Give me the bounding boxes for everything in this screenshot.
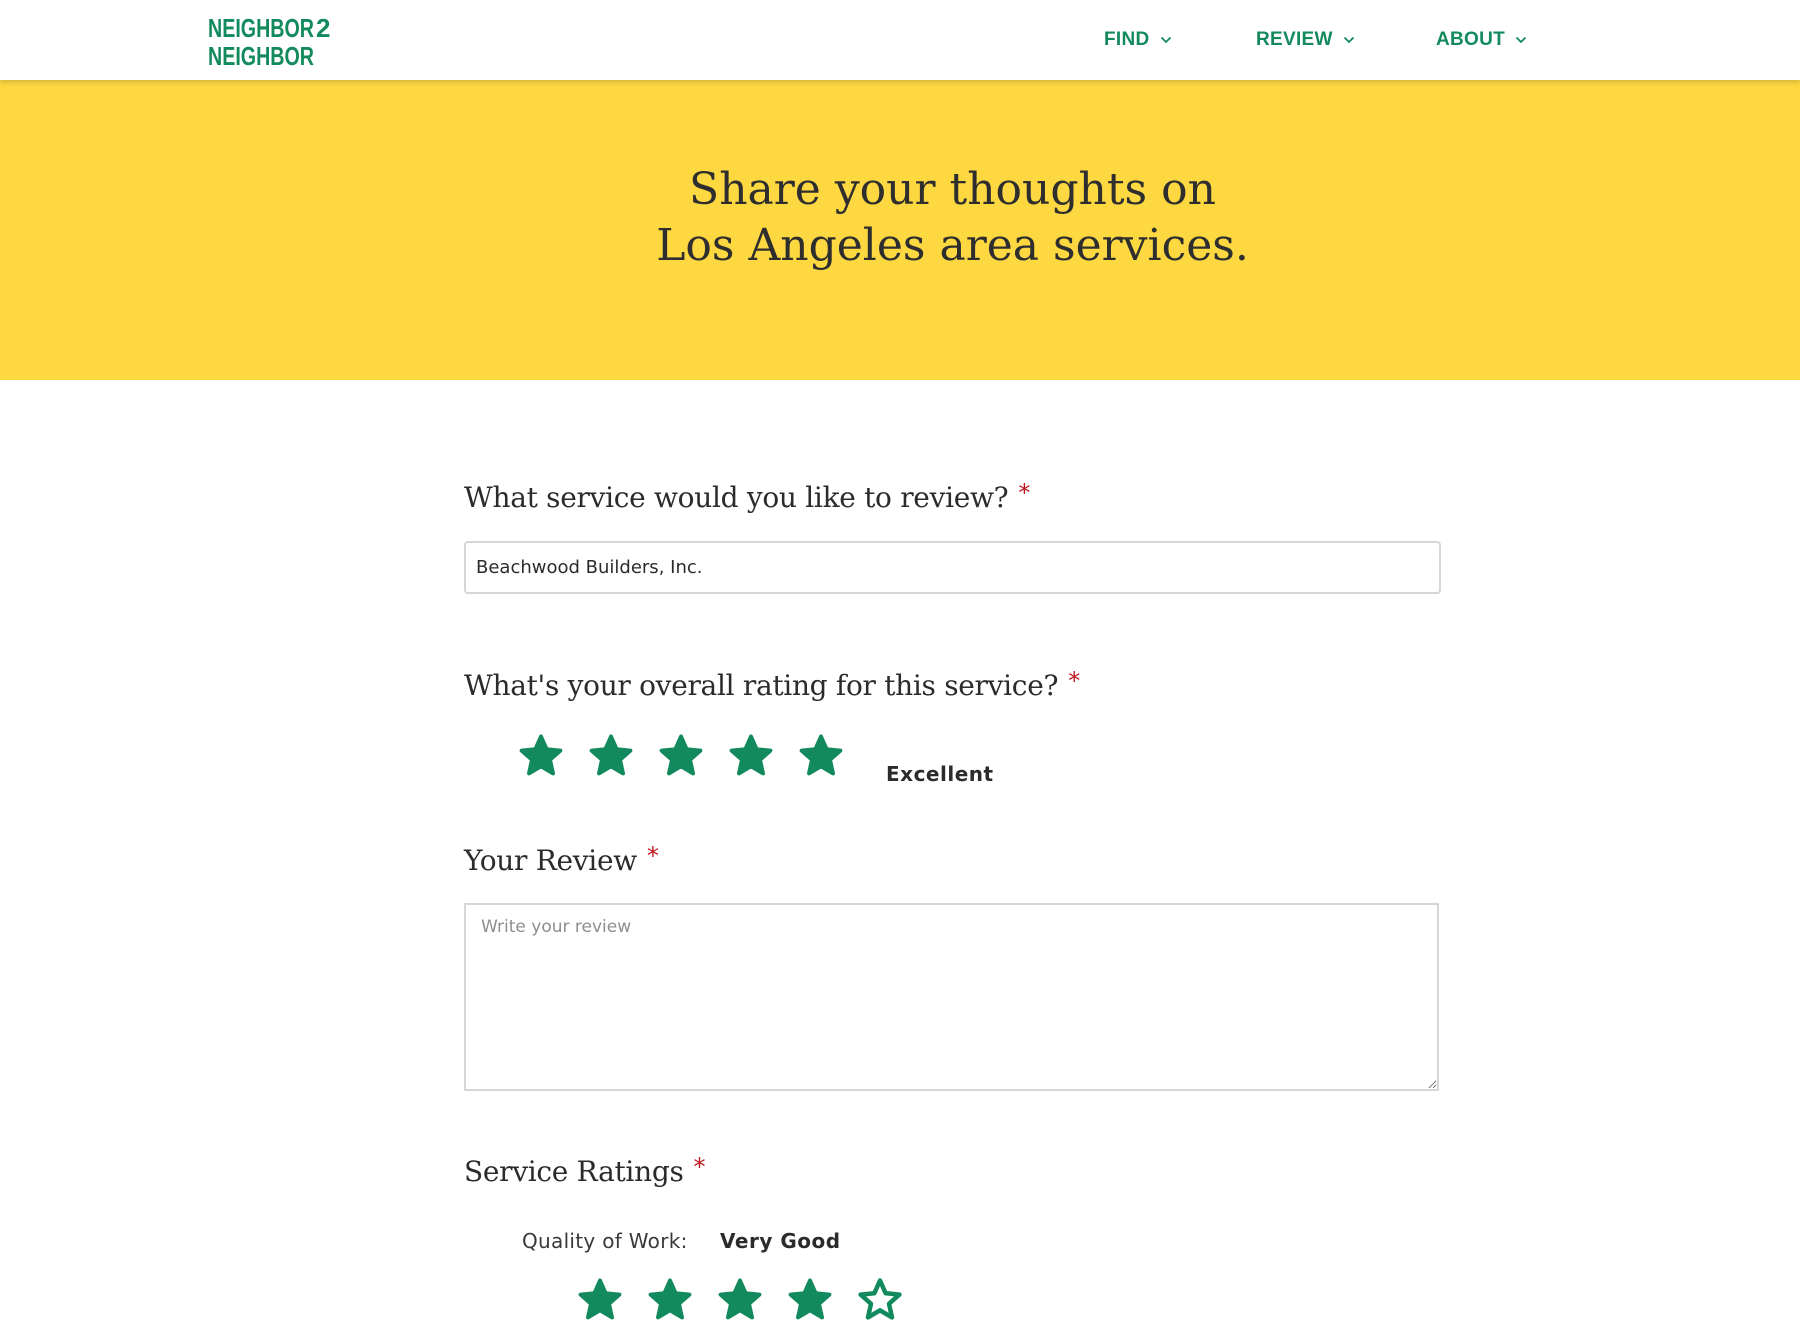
required-asterisk: * <box>693 1153 706 1181</box>
star-filled-icon[interactable] <box>646 1276 694 1322</box>
star-filled-icon[interactable] <box>797 732 845 778</box>
star-filled-icon[interactable] <box>716 1276 764 1322</box>
required-asterisk: * <box>1018 479 1031 507</box>
overall-rating-question-text: What's your overall rating for this serv… <box>464 669 1059 702</box>
star-filled-icon[interactable] <box>727 732 775 778</box>
review-label: Your Review * <box>464 842 659 877</box>
site-header: NEIGHBOR 2 NEIGHBOR FIND REVIEW ABOUT <box>0 0 1800 80</box>
service-ratings-label-text: Service Ratings <box>464 1155 684 1188</box>
required-asterisk: * <box>646 842 659 870</box>
overall-rating-label: What's your overall rating for this serv… <box>464 667 1080 702</box>
star-outline-icon[interactable] <box>856 1276 904 1322</box>
nav-review[interactable]: REVIEW <box>1256 29 1355 51</box>
star-filled-icon[interactable] <box>657 732 705 778</box>
svg-text:NEIGHBOR: NEIGHBOR <box>208 13 314 43</box>
nav-about[interactable]: ABOUT <box>1436 29 1527 51</box>
neighbor2neighbor-logo: NEIGHBOR 2 NEIGHBOR <box>208 13 330 68</box>
star-filled-icon[interactable] <box>786 1276 834 1322</box>
hero-title: Share your thoughts on Los Angeles area … <box>0 162 1800 274</box>
star-filled-icon[interactable] <box>517 732 565 778</box>
svg-text:NEIGHBOR: NEIGHBOR <box>208 41 314 68</box>
chevron-down-icon <box>1515 36 1527 44</box>
service-input[interactable] <box>464 541 1441 594</box>
quality-of-work-label: Quality of Work: <box>522 1229 688 1253</box>
overall-star-rating[interactable] <box>517 732 867 778</box>
hero-title-line-1: Share your thoughts on <box>689 164 1216 215</box>
service-ratings-label: Service Ratings * <box>464 1153 706 1188</box>
star-filled-icon[interactable] <box>587 732 635 778</box>
chevron-down-icon <box>1343 36 1354 44</box>
hero-title-line-2: Los Angeles area services. <box>656 220 1249 271</box>
hero-banner: Share your thoughts on Los Angeles area … <box>0 80 1800 380</box>
nav-find-label: FIND <box>1104 29 1150 50</box>
quality-star-rating[interactable] <box>576 1276 926 1322</box>
quality-rating-text: Very Good <box>720 1229 841 1253</box>
nav-review-label: REVIEW <box>1256 29 1333 50</box>
chevron-down-icon <box>1160 36 1171 44</box>
review-label-text: Your Review <box>464 844 637 877</box>
service-question-label: What service would you like to review? * <box>464 479 1031 514</box>
required-asterisk: * <box>1068 667 1080 695</box>
nav-about-label: ABOUT <box>1436 29 1506 50</box>
svg-text:2: 2 <box>316 13 330 43</box>
nav-find[interactable]: FIND <box>1104 29 1172 51</box>
overall-rating-text: Excellent <box>886 762 994 786</box>
service-question-text: What service would you like to review? <box>464 481 1009 514</box>
star-filled-icon[interactable] <box>576 1276 624 1322</box>
review-textarea[interactable] <box>464 903 1439 1091</box>
